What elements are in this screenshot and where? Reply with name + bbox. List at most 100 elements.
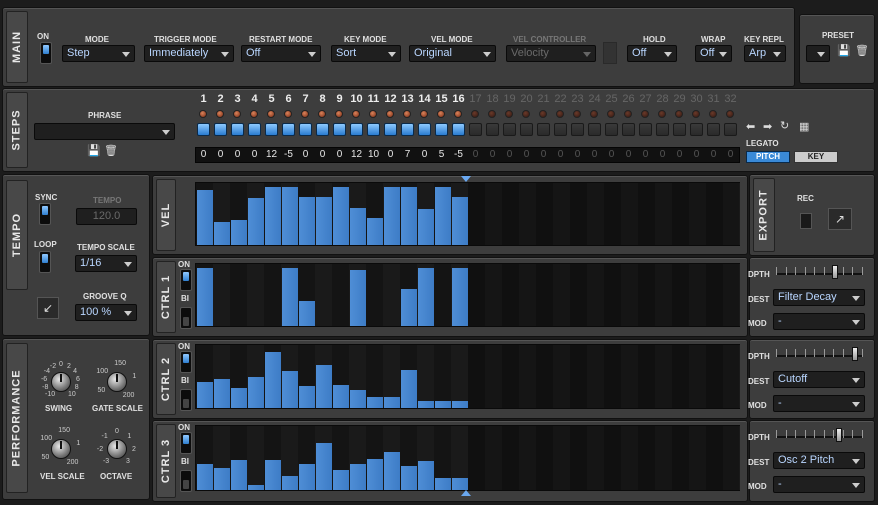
ctrl3-grid[interactable]: [195, 425, 740, 491]
step-button[interactable]: [350, 123, 363, 136]
step-button[interactable]: [401, 123, 414, 136]
step-button[interactable]: [588, 123, 601, 136]
vel-bar[interactable]: [316, 197, 332, 245]
ctrl2-dpth-thumb[interactable]: [852, 347, 858, 361]
transpose-value[interactable]: 0: [552, 149, 569, 160]
step-button[interactable]: [622, 123, 635, 136]
rec-button[interactable]: [800, 213, 812, 229]
ctrl1-bar[interactable]: [197, 268, 213, 326]
step-button[interactable]: [299, 123, 312, 136]
ctrl3-bar[interactable]: [418, 461, 434, 490]
step-button[interactable]: [231, 123, 244, 136]
transpose-value[interactable]: 0: [688, 149, 705, 160]
save-preset-icon[interactable]: 💾: [837, 46, 851, 57]
transpose-value[interactable]: 0: [654, 149, 671, 160]
step-button[interactable]: [248, 123, 261, 136]
step-button[interactable]: [707, 123, 720, 136]
ctrl3-bar[interactable]: [299, 464, 315, 490]
ctrl2-bar[interactable]: [384, 397, 400, 408]
vel-bar[interactable]: [452, 197, 468, 245]
ctrl1-on-toggle[interactable]: [180, 269, 192, 291]
ctrl3-bar[interactable]: [452, 478, 468, 490]
step-button[interactable]: [503, 123, 516, 136]
ctrl2-bar[interactable]: [435, 401, 451, 408]
transpose-value[interactable]: 0: [501, 149, 518, 160]
ctrl2-bar[interactable]: [214, 379, 230, 408]
delete-phrase-icon[interactable]: 🗑: [104, 146, 118, 157]
vel-bar[interactable]: [435, 187, 451, 245]
vel-scale-knob[interactable]: [51, 439, 71, 459]
ctrl2-mod-select[interactable]: -: [773, 395, 865, 412]
ctrl2-bar[interactable]: [248, 377, 264, 408]
step-button[interactable]: [435, 123, 448, 136]
ctrl3-bar[interactable]: [316, 443, 332, 490]
transpose-value[interactable]: 0: [195, 149, 212, 160]
ctrl3-bar[interactable]: [248, 485, 264, 490]
loop-end-marker-bottom[interactable]: [461, 490, 471, 496]
transpose-value[interactable]: 0: [314, 149, 331, 160]
step-button[interactable]: [605, 123, 618, 136]
step-button[interactable]: [571, 123, 584, 136]
groove-q-field[interactable]: 100 %: [75, 304, 137, 321]
ctrl1-grid[interactable]: [195, 263, 740, 327]
transpose-value[interactable]: 10: [365, 149, 382, 160]
transpose-value[interactable]: 0: [671, 149, 688, 160]
transpose-value[interactable]: 0: [416, 149, 433, 160]
step-button[interactable]: [690, 123, 703, 136]
vel-bar[interactable]: [282, 187, 298, 245]
ctrl2-on-toggle[interactable]: [180, 351, 192, 373]
step-button[interactable]: [537, 123, 550, 136]
step-button[interactable]: [656, 123, 669, 136]
ctrl1-dpth-thumb[interactable]: [832, 265, 838, 279]
ctrl3-bar[interactable]: [197, 464, 213, 490]
transpose-value[interactable]: 0: [484, 149, 501, 160]
transpose-value[interactable]: 0: [212, 149, 229, 160]
loop-toggle[interactable]: [39, 251, 51, 273]
vel-bar[interactable]: [401, 187, 417, 245]
ctrl3-bar[interactable]: [333, 470, 349, 490]
transpose-value[interactable]: 0: [569, 149, 586, 160]
sync-toggle[interactable]: [39, 203, 51, 225]
step-button[interactable]: [724, 123, 737, 136]
preset-select[interactable]: [806, 45, 830, 62]
ctrl3-bar[interactable]: [401, 466, 417, 490]
ctrl2-bar[interactable]: [452, 401, 468, 408]
ctrl2-bar[interactable]: [197, 382, 213, 408]
transpose-value[interactable]: 12: [263, 149, 280, 160]
ctrl3-dest-select[interactable]: Osc 2 Pitch: [773, 452, 865, 469]
vel-bar[interactable]: [248, 198, 264, 245]
step-button[interactable]: [316, 123, 329, 136]
vel-bar[interactable]: [350, 208, 366, 245]
transpose-value[interactable]: 7: [399, 149, 416, 160]
trigger-mode-select[interactable]: Immediately: [144, 45, 234, 62]
arrow-right-icon[interactable]: ➡: [763, 122, 772, 133]
step-button[interactable]: [486, 123, 499, 136]
step-button[interactable]: [554, 123, 567, 136]
key-repl-select[interactable]: Arp: [744, 45, 786, 62]
ctrl1-dest-select[interactable]: Filter Decay: [773, 289, 865, 306]
ctrl1-bar[interactable]: [299, 301, 315, 326]
phrase-select[interactable]: [34, 123, 175, 140]
transpose-value[interactable]: 0: [722, 149, 739, 160]
ctrl3-bar[interactable]: [214, 468, 230, 490]
transpose-value[interactable]: 0: [467, 149, 484, 160]
ctrl2-bi-toggle[interactable]: [180, 389, 192, 411]
transpose-value[interactable]: 0: [229, 149, 246, 160]
vel-bar[interactable]: [367, 218, 383, 245]
ctrl2-bar[interactable]: [299, 386, 315, 408]
save-phrase-icon[interactable]: 💾: [87, 146, 101, 157]
reset-icon[interactable]: ↻: [780, 121, 789, 132]
transpose-value[interactable]: 0: [637, 149, 654, 160]
ctrl2-bar[interactable]: [418, 401, 434, 408]
transpose-value[interactable]: 0: [382, 149, 399, 160]
ctrl1-bar[interactable]: [418, 268, 434, 326]
ctrl2-bar[interactable]: [350, 390, 366, 408]
transpose-value[interactable]: 12: [348, 149, 365, 160]
ctrl3-dpth-slider[interactable]: [776, 428, 863, 444]
reduce-icon[interactable]: ↙: [37, 297, 59, 319]
grid-icon[interactable]: ▦: [799, 122, 809, 133]
ctrl1-bar[interactable]: [282, 268, 298, 326]
ctrl1-bar[interactable]: [350, 270, 366, 326]
ctrl2-bar[interactable]: [367, 397, 383, 408]
restart-mode-select[interactable]: Off: [241, 45, 321, 62]
